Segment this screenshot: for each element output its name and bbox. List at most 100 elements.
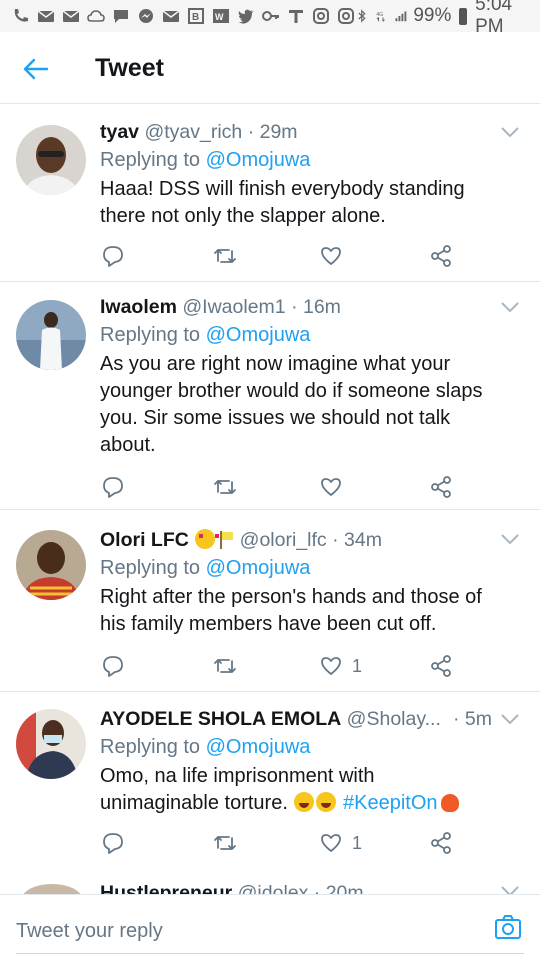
tweet-item[interactable]: AYODELE SHOLA EMOLA @Sholay... Replying …	[0, 692, 540, 878]
status-bar: B W 4G 99% 5:04 PM	[0, 0, 540, 37]
like-button[interactable]: 1	[320, 831, 362, 855]
tweet-header: Hustlepreneur @idolex · 20m	[100, 882, 364, 894]
bluetooth-icon	[358, 9, 366, 23]
like-button[interactable]	[320, 475, 352, 499]
author-name[interactable]: AYODELE SHOLA EMOLA	[100, 708, 341, 730]
replying-to: Replying to @Omojuwa	[100, 147, 490, 173]
reply-icon	[103, 833, 123, 854]
author-name[interactable]: Hustlepreneur	[100, 882, 232, 894]
author-name[interactable]: Olori LFC	[100, 529, 189, 551]
replying-to-label: Replying to	[100, 736, 201, 758]
share-button[interactable]	[430, 244, 452, 268]
mention-link[interactable]: @Omojuwa	[206, 736, 311, 758]
reply-button[interactable]	[102, 654, 124, 678]
author-name[interactable]: Iwaolem	[100, 296, 177, 318]
avatar[interactable]	[16, 300, 86, 370]
page-title: Tweet	[95, 54, 164, 82]
t-icon	[289, 10, 303, 23]
heart-icon	[321, 834, 341, 852]
heart-icon	[321, 657, 341, 675]
chevron-down-icon[interactable]	[500, 712, 520, 726]
author-name[interactable]: tyav	[100, 121, 139, 143]
reply-icon	[103, 246, 123, 267]
tweet-actions: 1	[100, 654, 470, 678]
chat-icon	[114, 10, 128, 23]
heart-icon	[321, 478, 341, 496]
tweet-header: tyav @tyav_rich · 29m	[100, 119, 490, 145]
like-button[interactable]	[320, 244, 352, 268]
avatar[interactable]	[16, 530, 86, 600]
replying-to: Replying to @Omojuwa	[100, 734, 490, 760]
replying-to: Replying to @Omojuwa	[100, 555, 490, 581]
mention-link[interactable]: @Omojuwa	[206, 149, 311, 171]
author-handle[interactable]: @tyav_rich	[144, 121, 242, 143]
tweet-header: Olori LFC @olori_lfc · 34m	[100, 527, 490, 553]
author-handle[interactable]: @Sholay...	[347, 708, 441, 730]
camera-icon[interactable]	[494, 913, 522, 941]
instagram-icon	[338, 8, 354, 24]
reply-button[interactable]	[102, 244, 124, 268]
tweet-header: AYODELE SHOLA EMOLA @Sholay...	[100, 706, 490, 732]
battery-percent: 99%	[413, 5, 452, 26]
mail-icon	[162, 10, 180, 22]
rofl-emoji-icon	[316, 792, 337, 812]
back-button[interactable]	[18, 54, 54, 84]
author-handle[interactable]: @olori_lfc	[240, 529, 327, 551]
chevron-down-icon[interactable]	[500, 125, 520, 139]
heart-icon	[321, 247, 341, 265]
retweet-button[interactable]	[212, 654, 238, 678]
cloud-icon	[87, 10, 105, 22]
avatar[interactable]	[22, 884, 82, 894]
retweet-button[interactable]	[212, 831, 238, 855]
replying-to: Replying to @Omojuwa	[100, 322, 490, 348]
retweet-icon	[214, 480, 236, 494]
tweet-item[interactable]: Olori LFC @olori_lfc · 34m Replying to @…	[0, 510, 540, 692]
mention-link[interactable]: @Omojuwa	[206, 557, 311, 579]
tweet-actions	[100, 475, 470, 499]
replying-to-label: Replying to	[100, 324, 201, 346]
share-icon	[431, 655, 451, 677]
like-count: 1	[352, 655, 363, 676]
hashtag-link[interactable]: #KeepitOn	[343, 792, 438, 814]
tweet-item[interactable]: Iwaolem @Iwaolem1 · 16m Replying to @Omo…	[0, 282, 540, 510]
replying-to-label: Replying to	[100, 557, 201, 579]
like-button[interactable]: 1	[320, 654, 362, 678]
next-tweet-peek[interactable]: Hustlepreneur @idolex · 20m	[0, 878, 540, 894]
share-button[interactable]	[430, 475, 452, 499]
reply-button[interactable]	[102, 831, 124, 855]
svg-text:B: B	[192, 12, 199, 23]
heart-eyes-emoji-icon	[195, 529, 220, 549]
messenger-icon	[139, 9, 153, 23]
retweet-icon	[214, 659, 236, 673]
chevron-down-icon[interactable]	[500, 884, 520, 894]
reply-button[interactable]	[102, 475, 124, 499]
share-button[interactable]	[430, 654, 452, 678]
avatar[interactable]	[16, 125, 86, 195]
chevron-down-icon[interactable]	[500, 532, 520, 546]
share-icon	[431, 245, 451, 267]
author-handle[interactable]: @idolex	[238, 882, 309, 894]
mail-icon	[62, 10, 80, 22]
retweet-button[interactable]	[212, 475, 238, 499]
svg-text:4G: 4G	[377, 12, 384, 18]
top-app-bar: Tweet	[0, 32, 540, 104]
tweet-header: Iwaolem @Iwaolem1 · 16m	[100, 294, 490, 320]
phone-icon	[14, 9, 28, 22]
mention-link[interactable]: @Omojuwa	[206, 324, 311, 346]
tweet-text: As you are right now imagine what your y…	[100, 353, 483, 456]
retweet-button[interactable]	[212, 244, 238, 268]
retweet-icon	[214, 836, 236, 850]
svg-text:W: W	[215, 12, 224, 22]
reply-input[interactable]	[16, 915, 476, 947]
tweet-text: Haaa! DSS will finish everybody standing…	[100, 178, 465, 227]
share-button[interactable]	[430, 831, 452, 855]
avatar[interactable]	[16, 709, 86, 779]
tweet-text: Omo, na life imprisonment with unimagina…	[100, 763, 490, 817]
reply-composer	[0, 894, 540, 960]
fire-emoji-icon	[440, 794, 459, 812]
tweet-item[interactable]: tyav @tyav_rich · 29m Replying to @Omoju…	[0, 105, 540, 282]
flag-emoji-icon	[218, 531, 234, 549]
chevron-down-icon[interactable]	[500, 300, 520, 314]
author-handle[interactable]: @Iwaolem1	[182, 296, 285, 318]
tweet-actions: 1	[100, 831, 470, 855]
